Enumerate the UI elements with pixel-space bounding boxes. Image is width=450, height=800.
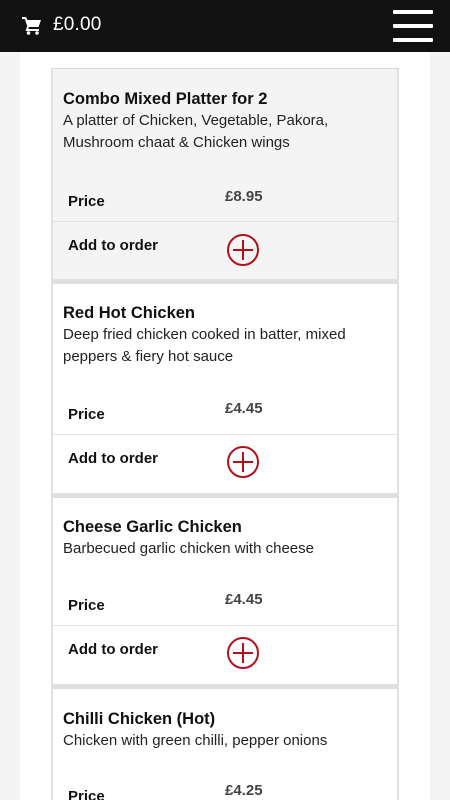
price-label: Price — [68, 193, 105, 210]
add-to-order-row: Add to order — [53, 626, 397, 684]
menu-item-card: Chilli Chicken (Hot) Chicken with green … — [51, 686, 399, 800]
price-label: Price — [68, 406, 105, 423]
cart-total: £0.00 — [53, 14, 102, 35]
menu-item-card: Red Hot Chicken Deep fried chicken cooke… — [51, 281, 399, 495]
cart-button[interactable]: £0.00 — [22, 14, 102, 36]
menu-item-header: Chilli Chicken (Hot) Chicken with green … — [53, 689, 397, 774]
menu-item-description: A platter of Chicken, Vegetable, Pakora,… — [63, 112, 329, 151]
menu-item-description: Chicken with green chilli, pepper onions — [63, 732, 328, 749]
add-to-order-button[interactable] — [227, 234, 259, 266]
menu-item-card: Cheese Garlic Chicken Barbecued garlic c… — [51, 495, 399, 686]
shopping-cart-icon — [22, 17, 41, 35]
add-to-order-label: Add to order — [68, 641, 158, 658]
price-label: Price — [68, 788, 105, 800]
menu-item-card: Combo Mixed Platter for 2 A platter of C… — [51, 68, 399, 281]
menu-item-description: Deep fried chicken cooked in batter, mix… — [63, 326, 346, 365]
price-value: £4.45 — [225, 591, 263, 608]
price-row: Price £4.25 — [53, 774, 397, 800]
menu-item-name: Chilli Chicken (Hot) — [63, 710, 216, 728]
price-row: Price £8.95 — [53, 179, 397, 222]
hamburger-menu-button[interactable] — [393, 10, 433, 42]
top-bar: £0.00 — [0, 0, 450, 52]
menu-item-header: Cheese Garlic Chicken Barbecued garlic c… — [53, 498, 397, 583]
menu-item-name: Combo Mixed Platter for 2 — [63, 90, 268, 108]
add-to-order-row: Add to order — [53, 435, 397, 493]
price-value: £8.95 — [225, 188, 263, 205]
add-to-order-button[interactable] — [227, 637, 259, 669]
hamburger-menu-icon-bar — [393, 38, 433, 42]
price-label: Price — [68, 597, 105, 614]
menu-item-header: Red Hot Chicken Deep fried chicken cooke… — [53, 284, 397, 392]
price-value: £4.25 — [225, 782, 263, 799]
add-to-order-label: Add to order — [68, 237, 158, 254]
hamburger-menu-icon — [393, 10, 433, 14]
price-row: Price £4.45 — [53, 583, 397, 626]
add-to-order-button[interactable] — [227, 446, 259, 478]
price-value: £4.45 — [225, 400, 263, 417]
add-to-order-row: Add to order — [53, 222, 397, 280]
menu-item-description: Barbecued garlic chicken with cheese — [63, 540, 314, 557]
menu-item-header: Combo Mixed Platter for 2 A platter of C… — [53, 69, 397, 179]
add-to-order-label: Add to order — [68, 450, 158, 467]
menu-item-name: Red Hot Chicken — [63, 304, 196, 322]
price-row: Price £4.45 — [53, 392, 397, 435]
menu-item-name: Cheese Garlic Chicken — [63, 518, 242, 536]
hamburger-menu-icon-bar — [393, 24, 433, 28]
menu-item-list: Combo Mixed Platter for 2 A platter of C… — [51, 68, 399, 800]
